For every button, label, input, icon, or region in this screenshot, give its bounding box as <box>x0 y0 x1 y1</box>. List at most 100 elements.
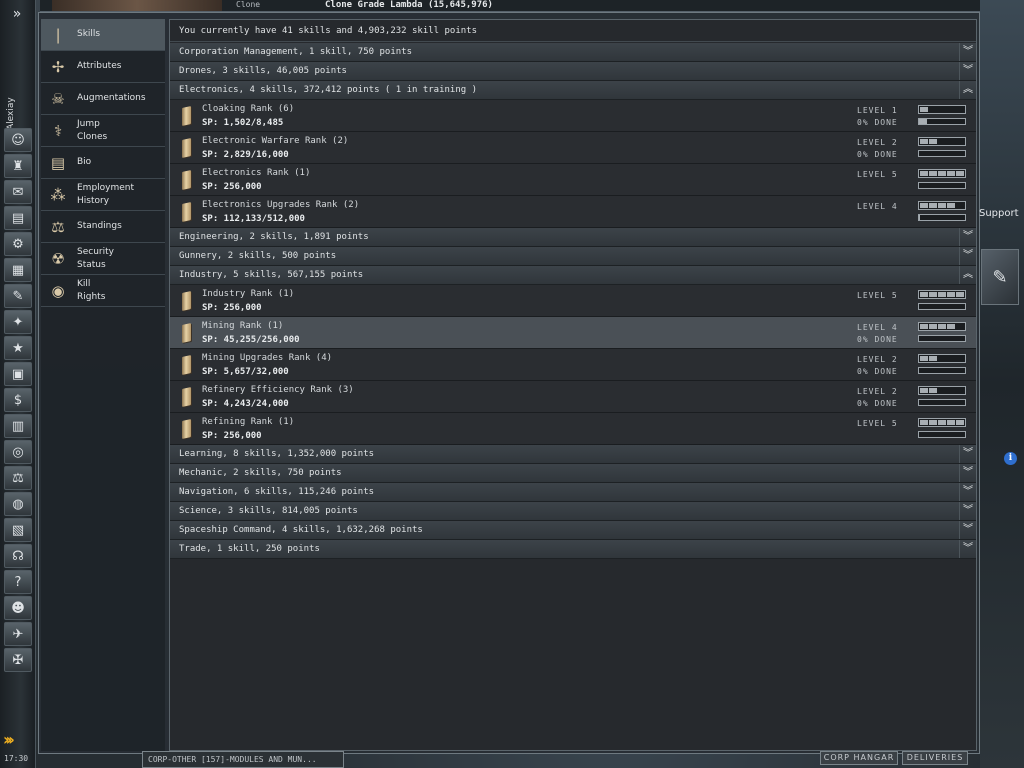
book-icon: ❘ <box>51 25 65 44</box>
character-name[interactable]: Alexiay <box>6 90 20 130</box>
skill-group-header[interactable]: Navigation, 6 skills, 115,246 points ︾ <box>170 483 976 502</box>
skill-percent-done: 0% DONE <box>857 367 898 376</box>
expand-chevron-icon[interactable]: ︾ <box>959 521 976 539</box>
skill-group-label: Navigation, 6 skills, 115,246 points <box>179 487 375 497</box>
skill-level-text: LEVEL 2 <box>857 387 898 396</box>
expand-chevron-icon[interactable]: ︾ <box>959 43 976 61</box>
skill-row[interactable]: Cloaking Rank (6) SP: 1,502/8,485 LEVEL 1 0… <box>170 100 976 132</box>
info-icon[interactable]: i <box>1004 452 1017 465</box>
nav-item-augmentations[interactable]: ☠ Augmentations <box>41 83 165 115</box>
level-pip <box>929 420 937 425</box>
level-pip <box>956 139 964 144</box>
expand-chevron-icon[interactable]: ︾ <box>959 247 976 265</box>
skill-group-header[interactable]: Drones, 3 skills, 46,005 points ︾ <box>170 62 976 81</box>
assets-icon[interactable]: ▣ <box>4 362 32 386</box>
skill-group-header[interactable]: Science, 3 skills, 814,005 points ︾ <box>170 502 976 521</box>
skill-group-header[interactable]: Electronics, 4 skills, 372,412 points ( … <box>170 81 976 100</box>
skill-level-indicator <box>918 290 966 299</box>
level-pip <box>947 420 955 425</box>
neocom-collapse-chevrons-icon[interactable]: ››› <box>3 730 33 750</box>
expand-chevron-icon[interactable]: ︾ <box>959 540 976 558</box>
skill-row[interactable]: Industry Rank (1) SP: 256,000 LEVEL 5 <box>170 285 976 317</box>
level-pip <box>929 203 937 208</box>
skill-group-header[interactable]: Learning, 8 skills, 1,352,000 points ︾ <box>170 445 976 464</box>
skill-group-header[interactable]: Engineering, 2 skills, 1,891 points ︾ <box>170 228 976 247</box>
collapse-chevron-icon[interactable]: ︽ <box>959 266 976 284</box>
ships-icon[interactable]: ✈ <box>4 622 32 646</box>
skill-book-icon <box>178 321 194 345</box>
skill-level-text: LEVEL 4 <box>857 202 898 211</box>
neocom-sidebar: » Alexiay ☺ ♜ ✉ ▤ ⚙ ▦ ✎ ✦ ★ ▣ $ ▥ ◎ ⚖ ◍ ▧ ☊? ☻ ✈ ✠ ››› 17:3… <box>0 0 36 768</box>
contracts-icon[interactable]: ⚖ <box>4 466 32 490</box>
level-pip <box>920 107 928 112</box>
deliveries-button[interactable]: DELIVERIES <box>902 751 968 765</box>
notepad-icon[interactable]: ▤ <box>4 206 32 230</box>
support-text: Support <box>979 208 1019 219</box>
expand-chevron-icon[interactable]: ︾ <box>959 445 976 463</box>
expand-chevron-icon[interactable]: ︾ <box>959 228 976 246</box>
skill-progress-bar <box>918 399 966 406</box>
help-icon[interactable]: ? <box>4 570 32 594</box>
skill-group-header[interactable]: Trade, 1 skill, 250 points ︾ <box>170 540 976 559</box>
fitting-icon[interactable]: ⚙ <box>4 232 32 256</box>
skill-level-text: LEVEL 4 <box>857 323 898 332</box>
skill-row[interactable]: Mining Rank (1) SP: 45,255/256,000 LEVEL 4… <box>170 317 976 349</box>
skill-name: Electronics Upgrades Rank (2) <box>202 200 360 210</box>
character-sheet-nav: ❘ Skills ✢ Attributes ☠ Augmentations ⚕ Jump Cl… <box>41 19 165 751</box>
skill-group-header[interactable]: Gunnery, 2 skills, 500 points ︾ <box>170 247 976 266</box>
character-sheet-icon[interactable]: ☺ <box>4 128 32 152</box>
expand-chevron-icon[interactable]: ︾ <box>959 464 976 482</box>
skill-row[interactable]: Refining Rank (1) SP: 256,000 LEVEL 5 <box>170 413 976 445</box>
people-icon[interactable]: ♜ <box>4 154 32 178</box>
headset-icon[interactable]: ☊ <box>4 544 32 568</box>
market-icon[interactable]: ▦ <box>4 258 32 282</box>
nav-item-attributes[interactable]: ✢ Attributes <box>41 51 165 83</box>
skill-group-header[interactable]: Spaceship Command, 4 skills, 1,632,268 p… <box>170 521 976 540</box>
skill-group-header[interactable]: Mechanic, 2 skills, 750 points ︾ <box>170 464 976 483</box>
skill-points: SP: 5,657/32,000 <box>202 367 289 377</box>
skill-row[interactable]: Refinery Efficiency Rank (3) SP: 4,243/24… <box>170 381 976 413</box>
agent-icon[interactable]: ☻ <box>4 596 32 620</box>
help-lifebuoy-icon[interactable]: ◎ <box>4 440 32 464</box>
nav-item-bio[interactable]: ▤ Bio <box>41 147 165 179</box>
journal-icon[interactable]: ✎ <box>4 284 32 308</box>
skill-row[interactable]: Mining Upgrades Rank (4) SP: 5,657/32,000… <box>170 349 976 381</box>
expand-chevron-icon[interactable]: ︾ <box>959 483 976 501</box>
news-icon[interactable]: ▧ <box>4 518 32 542</box>
nav-item-skills[interactable]: ❘ Skills <box>41 19 165 51</box>
nav-item-jump-clones[interactable]: ⚕ Jump Clones <box>41 115 165 147</box>
nav-item-standings[interactable]: ⚖ Standings <box>41 211 165 243</box>
skill-level-text: LEVEL 2 <box>857 355 898 364</box>
skill-level-text: LEVEL 5 <box>857 419 898 428</box>
skill-row[interactable]: Electronics Upgrades Rank (2) SP: 112,133… <box>170 196 976 228</box>
skill-row[interactable]: Electronics Rank (1) SP: 256,000 LEVEL 5 <box>170 164 976 196</box>
skill-progress-bar <box>918 431 966 438</box>
corporation-icon[interactable]: ★ <box>4 336 32 360</box>
wallet-icon[interactable]: $ <box>4 388 32 412</box>
map-icon[interactable]: ✦ <box>4 310 32 334</box>
level-pip <box>920 203 928 208</box>
expand-chevron-icon[interactable]: ︾ <box>959 62 976 80</box>
browser-icon[interactable]: ◍ <box>4 492 32 516</box>
expand-chevron-icon[interactable]: ︾ <box>959 502 976 520</box>
mail-icon[interactable]: ✉ <box>4 180 32 204</box>
bottom-window-tab[interactable]: CORP-OTHER [157]-MODULES AND MUN... <box>142 751 344 768</box>
skill-points: SP: 256,000 <box>202 303 262 313</box>
expand-neocom-icon[interactable]: » <box>6 6 28 22</box>
calculator-icon[interactable]: ▥ <box>4 414 32 438</box>
skill-group-header[interactable]: Corporation Management, 1 skill, 750 poi… <box>170 43 976 62</box>
skill-group-header[interactable]: Industry, 5 skills, 567,155 points ︽ <box>170 266 976 285</box>
side-window-icon[interactable]: ✎ <box>981 249 1019 305</box>
nav-item-employment-history[interactable]: ⁂ Employment History <box>41 179 165 211</box>
collapse-chevron-icon[interactable]: ︽ <box>959 81 976 99</box>
skills-summary: You currently have 41 skills and 4,903,2… <box>170 20 976 42</box>
nav-item-kill-rights[interactable]: ◉ Kill Rights <box>41 275 165 307</box>
skill-points: SP: 256,000 <box>202 182 262 192</box>
nav-item-security-status[interactable]: ☢ Security Status <box>41 243 165 275</box>
jump-clones-icon: ⚕ <box>53 121 63 140</box>
corp-hangar-button[interactable]: CORP HANGAR <box>820 751 898 765</box>
clock: 17:30 <box>4 754 29 763</box>
skill-row[interactable]: Electronic Warfare Rank (2) SP: 2,829/16,… <box>170 132 976 164</box>
skill-level-indicator <box>918 201 966 210</box>
drones-icon[interactable]: ✠ <box>4 648 32 672</box>
